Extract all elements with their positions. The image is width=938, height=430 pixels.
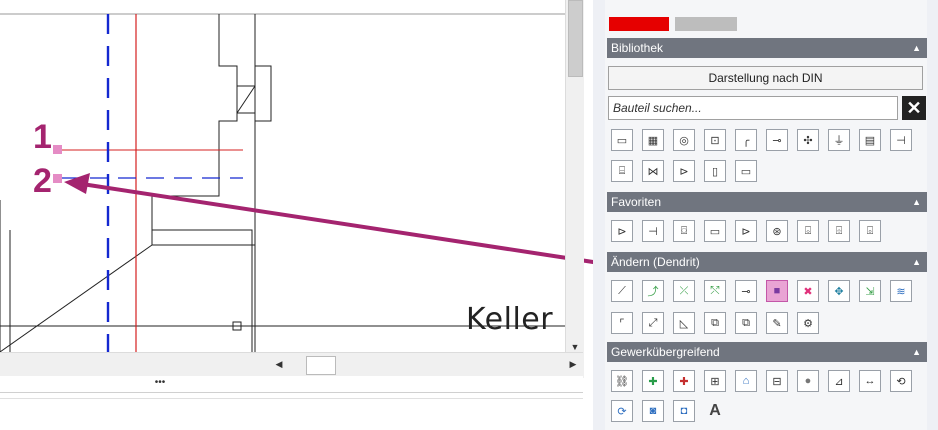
vertical-scrollbar[interactable]: ▼: [565, 0, 584, 378]
copy-icon[interactable]: ⧉: [704, 312, 726, 334]
dot-icon[interactable]: ●: [797, 370, 819, 392]
callout-2: 2: [33, 162, 52, 200]
rectangle-icon[interactable]: ▭: [735, 160, 757, 182]
unit-icon[interactable]: ⌹: [828, 220, 850, 242]
copy-multi-icon[interactable]: ⧉: [735, 312, 757, 334]
divider: [0, 398, 583, 399]
adjust-icon[interactable]: ⇲: [859, 280, 881, 302]
pump-icon[interactable]: ⊡: [704, 129, 726, 151]
add-green-icon[interactable]: ✚: [642, 370, 664, 392]
pipe-bend-icon[interactable]: ╭: [735, 129, 757, 151]
room-label: Keller: [466, 302, 554, 337]
boiler-icon[interactable]: ⌸: [611, 160, 633, 182]
reducer-icon[interactable]: ⊳: [611, 220, 633, 242]
rotate-icon[interactable]: ⟲: [890, 370, 912, 392]
section-header-aendern[interactable]: Ändern (Dendrit) ▲: [607, 252, 927, 272]
route-icon[interactable]: ⤲: [704, 280, 726, 302]
collapse-icon[interactable]: ▲: [912, 342, 921, 362]
reducer-icon[interactable]: ⊳: [673, 160, 695, 182]
horizontal-scrollbar[interactable]: ◀ ▶: [0, 352, 583, 377]
section-title: Ändern (Dendrit): [611, 255, 700, 269]
tank-icon[interactable]: ⏚: [828, 129, 850, 151]
radiator-icon[interactable]: ▤: [859, 129, 881, 151]
marker-1: [53, 145, 62, 154]
star-valve-icon[interactable]: ✣: [797, 129, 819, 151]
section-header-gewerk[interactable]: Gewerkübergreifend ▲: [607, 342, 927, 362]
horizontal-scroll-thumb[interactable]: [306, 356, 336, 375]
move-object-icon[interactable]: ■: [766, 280, 788, 302]
color-swatch-red[interactable]: [609, 17, 669, 31]
section-title: Gewerkübergreifend: [611, 345, 720, 359]
connector-icon[interactable]: ⊣: [642, 220, 664, 242]
gauge-icon[interactable]: ⊛: [766, 220, 788, 242]
collapse-icon[interactable]: ▲: [912, 252, 921, 272]
table-add-icon[interactable]: ⊞: [704, 370, 726, 392]
add-red-icon[interactable]: ✚: [673, 370, 695, 392]
section-header-bibliothek[interactable]: Bibliothek ▲: [607, 38, 927, 58]
shape-icon[interactable]: ◺: [673, 312, 695, 334]
heater-icon[interactable]: ⌺: [797, 220, 819, 242]
line-edit-icon[interactable]: ⟋: [611, 280, 633, 302]
section-title: Favoriten: [611, 195, 662, 209]
splitter-grip-icon[interactable]: •••: [140, 378, 180, 388]
measure-icon[interactable]: ⊿: [828, 370, 850, 392]
side-panel: Bibliothek ▲ Darstellung nach DIN Bautei…: [593, 0, 938, 430]
valve-box-icon[interactable]: ▭: [704, 220, 726, 242]
section-title: Bibliothek: [611, 41, 664, 55]
close-icon[interactable]: ✕: [902, 96, 926, 120]
color-swatch-row: [607, 14, 927, 34]
dimension-icon[interactable]: ↔: [859, 370, 881, 392]
corner-icon[interactable]: ⌜: [611, 312, 633, 334]
pipe-fitting-icon[interactable]: ⌼: [673, 220, 695, 242]
collapse-icon[interactable]: ▲: [912, 192, 921, 212]
reload-icon[interactable]: ⟳: [611, 400, 633, 422]
pencil-icon[interactable]: ✎: [766, 312, 788, 334]
hatch-icon[interactable]: ▦: [642, 129, 664, 151]
callout-1: 1: [33, 118, 52, 156]
circle-valve-icon[interactable]: ⊸: [766, 129, 788, 151]
panel-content: Bibliothek ▲ Darstellung nach DIN Bautei…: [605, 0, 927, 430]
camera-icon[interactable]: ◙: [642, 400, 664, 422]
gear-pencil-icon[interactable]: ⚙: [797, 312, 819, 334]
panel-edge: [927, 0, 938, 430]
move-cross-icon[interactable]: ✥: [828, 280, 850, 302]
section-header-favoriten[interactable]: Favoriten ▲: [607, 192, 927, 212]
view-icon[interactable]: ◘: [673, 400, 695, 422]
insert-icon[interactable]: ⊸: [735, 280, 757, 302]
join-icon[interactable]: ⤴: [642, 280, 664, 302]
status-area: •••: [0, 376, 583, 430]
component-search-input[interactable]: Bauteil suchen...: [608, 96, 898, 120]
extend-icon[interactable]: ⤢: [642, 312, 664, 334]
chain-icon[interactable]: ⛓: [611, 370, 633, 392]
color-swatch-grey[interactable]: [675, 17, 737, 31]
vertical-scroll-thumb[interactable]: [568, 0, 583, 77]
divider: [0, 392, 583, 393]
parallel-icon[interactable]: ≋: [890, 280, 912, 302]
double-valve-icon[interactable]: ⋈: [642, 160, 664, 182]
scroll-right-icon[interactable]: ▶: [566, 356, 580, 373]
collapse-icon[interactable]: ▲: [912, 38, 921, 58]
grid-icon[interactable]: ⊟: [766, 370, 788, 392]
cylinder-icon[interactable]: ▯: [704, 160, 726, 182]
scroll-left-icon[interactable]: ◀: [272, 356, 286, 373]
valve-box-icon[interactable]: ▭: [611, 129, 633, 151]
marker-2: [53, 174, 62, 183]
split-icon[interactable]: ⤫: [673, 280, 695, 302]
circle-ring-icon[interactable]: ◎: [673, 129, 695, 151]
house-icon[interactable]: ⌂: [735, 370, 757, 392]
delete-icon[interactable]: ✖: [797, 280, 819, 302]
reducer-icon[interactable]: ⊳: [735, 220, 757, 242]
text-icon[interactable]: A: [704, 400, 726, 422]
unit-b-icon[interactable]: ⌻: [859, 220, 881, 242]
connector-icon[interactable]: ⊣: [890, 129, 912, 151]
din-display-button[interactable]: Darstellung nach DIN: [608, 66, 923, 90]
